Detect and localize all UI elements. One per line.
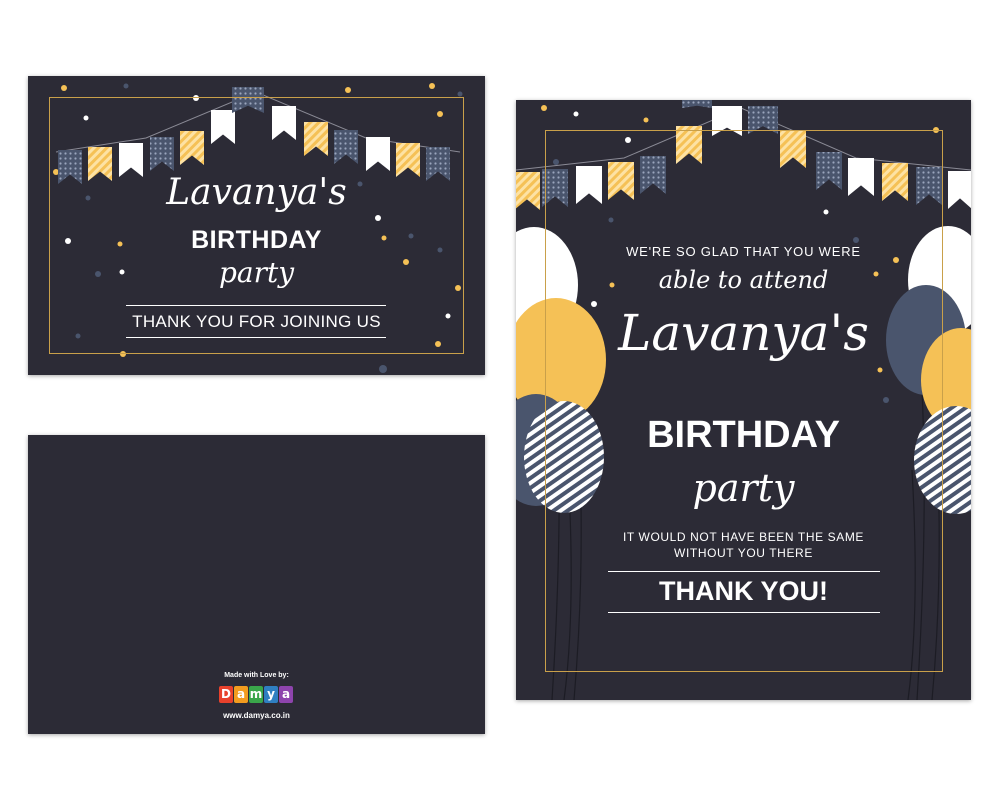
confetti-icon	[625, 137, 631, 143]
bunting-flag-icon	[334, 130, 358, 164]
bunting-flag-icon	[366, 137, 390, 171]
front-card: Lavanya's BIRTHDAY party THANK YOU FOR J…	[28, 76, 485, 375]
confetti-icon	[120, 351, 126, 357]
portrait-attend-line: able to attend	[658, 266, 829, 294]
bunting-flag-icon	[780, 130, 806, 168]
bunting-flag-icon	[712, 106, 742, 136]
bunting-flag-icon	[676, 126, 702, 164]
bunting-flag-icon	[848, 158, 874, 196]
confetti-icon	[379, 365, 387, 373]
logo-letter: D	[219, 686, 233, 703]
portrait-guest-name: Lavanya's	[618, 304, 869, 362]
damya-logo: D a m y a	[219, 686, 293, 704]
bunting-flag-icon	[748, 106, 778, 134]
confetti-icon	[823, 209, 829, 215]
portrait-party-heading: party	[692, 466, 795, 510]
bunting-flag-icon	[150, 137, 174, 171]
bunting-flag-icon	[640, 156, 666, 194]
portrait-glad-line: WE'RE SO GLAD THAT YOU WERE	[626, 244, 861, 259]
portrait-thank-you: THANK YOU!	[658, 576, 828, 606]
confetti-icon	[541, 105, 547, 111]
front-rule-top	[126, 305, 386, 306]
portrait-would-line-2: WITHOUT YOU THERE	[674, 546, 813, 560]
front-birthday-heading: BIRTHDAY	[191, 226, 322, 254]
bunting-flag-icon	[542, 169, 568, 207]
confetti-icon	[573, 111, 579, 117]
front-thank-you-line: THANK YOU FOR JOINING US	[132, 312, 381, 331]
portrait-decoration	[516, 100, 971, 700]
logo-letter: y	[264, 686, 278, 703]
portrait-would-line-1: IT WOULD NOT HAVE BEEN THE SAME	[622, 530, 865, 544]
logo-letter: m	[249, 686, 263, 703]
front-guest-name: Lavanya's	[166, 172, 347, 213]
confetti-icon	[123, 83, 129, 89]
bunting-flag-icon	[272, 106, 296, 140]
brand-url-link[interactable]: www.damya.co.in	[28, 711, 485, 720]
bunting-flag-icon	[608, 162, 634, 200]
bunting-flag-icon	[916, 167, 942, 205]
bunting-flag-icon	[816, 152, 842, 190]
portrait-card: WE'RE SO GLAD THAT YOU WERE able to atte…	[516, 100, 971, 700]
confetti-icon	[933, 127, 939, 133]
bunting-flag-icon	[682, 100, 712, 108]
confetti-icon	[437, 111, 443, 117]
portrait-birthday-heading: BIRTHDAY	[647, 414, 840, 456]
bunting-flag-icon	[232, 87, 264, 113]
bunting-flag-icon	[304, 122, 328, 156]
logo-letter: a	[234, 686, 248, 703]
bunting-flag-icon	[948, 171, 971, 209]
confetti-icon	[883, 397, 889, 403]
logo-letter: a	[279, 686, 293, 703]
confetti-icon	[61, 85, 67, 91]
confetti-icon	[193, 95, 199, 101]
bunting-string	[516, 107, 971, 171]
confetti-icon	[553, 159, 559, 165]
confetti-icon	[83, 115, 89, 121]
front-party-heading: party	[218, 256, 295, 289]
front-rule-bottom	[126, 337, 386, 338]
confetti-icon	[345, 87, 351, 93]
confetti-icon	[608, 217, 614, 223]
confetti-icon	[853, 237, 859, 243]
back-card: Made with Love by: D a m y a www.damya.c…	[28, 435, 485, 734]
confetti-icon	[457, 91, 463, 97]
confetti-icon	[877, 367, 883, 373]
confetti-icon	[429, 83, 435, 89]
portrait-rule-bottom	[608, 612, 880, 613]
bunting-flag-icon	[211, 110, 235, 144]
made-with-love-text: Made with Love by:	[224, 672, 289, 679]
bunting-flag-icon	[516, 172, 540, 210]
portrait-rule-top	[608, 571, 880, 572]
confetti-icon	[435, 341, 441, 347]
bunting-flag-icon	[180, 131, 204, 165]
bunting-flag-icon	[576, 166, 602, 204]
confetti-icon	[75, 333, 81, 339]
bunting-flag-icon	[882, 163, 908, 201]
confetti-icon	[375, 215, 381, 221]
confetti-icon	[643, 117, 649, 123]
